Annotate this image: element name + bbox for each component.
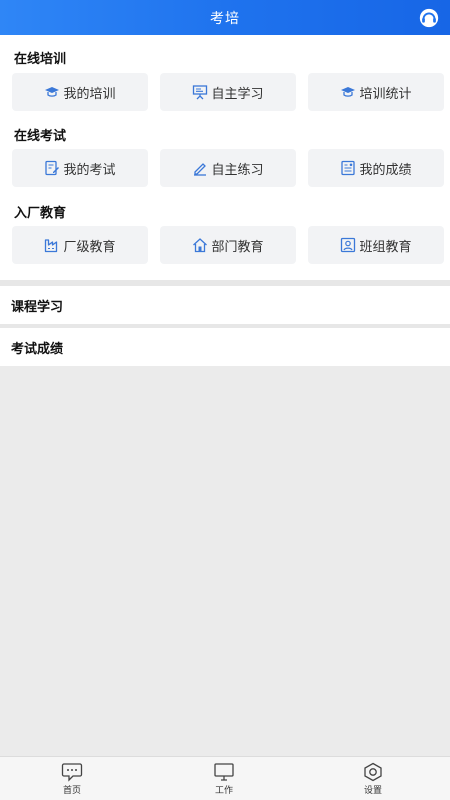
presentation-board-icon bbox=[192, 84, 208, 100]
building-icon bbox=[192, 237, 208, 253]
factory-education-label: 厂级教育 bbox=[63, 239, 116, 255]
customer-service-icon[interactable] bbox=[418, 7, 440, 29]
bottom-tab-bar: 首页 工作 设置 bbox=[0, 756, 450, 800]
graduation-cap-icon bbox=[340, 84, 356, 100]
chat-bubble-icon bbox=[61, 763, 83, 782]
page-title: 考培 bbox=[210, 10, 240, 27]
self-study-button[interactable]: 自主学习 bbox=[160, 73, 296, 111]
course-study-item[interactable]: 课程学习 bbox=[0, 286, 450, 324]
empty-content-area bbox=[0, 366, 450, 756]
app-header: 考培 bbox=[0, 0, 450, 35]
factory-icon bbox=[44, 237, 60, 253]
training-button-row: 我的培训 自主学习 培训统计 bbox=[12, 73, 444, 111]
training-stats-label: 培训统计 bbox=[359, 86, 412, 102]
graduation-cap-icon bbox=[44, 84, 60, 100]
gear-icon bbox=[364, 762, 382, 782]
section-title-exam: 在线考试 bbox=[14, 129, 67, 144]
tab-settings[interactable]: 设置 bbox=[343, 762, 403, 798]
exam-button-row: 我的考试 自主练习 我的成绩 bbox=[12, 149, 444, 187]
team-badge-icon bbox=[340, 237, 356, 253]
tab-settings-label: 设置 bbox=[363, 786, 382, 796]
team-education-button[interactable]: 班组教育 bbox=[308, 226, 444, 264]
main-panel: 在线培训 我的培训 自主学习 培训统计 在线考试 我的考试 自主练习 我的成绩 … bbox=[0, 35, 450, 280]
tab-work[interactable]: 工作 bbox=[194, 762, 254, 798]
self-study-label: 自主学习 bbox=[211, 86, 264, 102]
department-education-button[interactable]: 部门教育 bbox=[160, 226, 296, 264]
exam-scores-item[interactable]: 考试成绩 bbox=[0, 328, 450, 366]
report-card-icon bbox=[340, 160, 356, 176]
course-study-label: 课程学习 bbox=[11, 299, 64, 315]
my-exam-button[interactable]: 我的考试 bbox=[12, 149, 148, 187]
team-education-label: 班组教育 bbox=[359, 239, 412, 255]
self-practice-label: 自主练习 bbox=[211, 162, 264, 178]
my-scores-button[interactable]: 我的成绩 bbox=[308, 149, 444, 187]
department-education-label: 部门教育 bbox=[211, 239, 264, 255]
my-exam-label: 我的考试 bbox=[63, 162, 116, 178]
tab-home[interactable]: 首页 bbox=[42, 762, 102, 798]
tab-home-label: 首页 bbox=[62, 786, 81, 796]
my-scores-label: 我的成绩 bbox=[359, 162, 412, 178]
factory-education-button[interactable]: 厂级教育 bbox=[12, 226, 148, 264]
exam-scores-label: 考试成绩 bbox=[11, 341, 64, 357]
my-training-button[interactable]: 我的培训 bbox=[12, 73, 148, 111]
training-stats-button[interactable]: 培训统计 bbox=[308, 73, 444, 111]
edit-document-icon bbox=[44, 160, 60, 176]
tab-work-label: 工作 bbox=[214, 786, 233, 796]
section-title-induction: 入厂教育 bbox=[14, 206, 67, 221]
pencil-icon bbox=[192, 160, 208, 176]
my-training-label: 我的培训 bbox=[63, 86, 116, 102]
induction-button-row: 厂级教育 部门教育 班组教育 bbox=[12, 226, 444, 264]
monitor-icon bbox=[214, 763, 234, 781]
section-title-training: 在线培训 bbox=[14, 52, 67, 67]
self-practice-button[interactable]: 自主练习 bbox=[160, 149, 296, 187]
